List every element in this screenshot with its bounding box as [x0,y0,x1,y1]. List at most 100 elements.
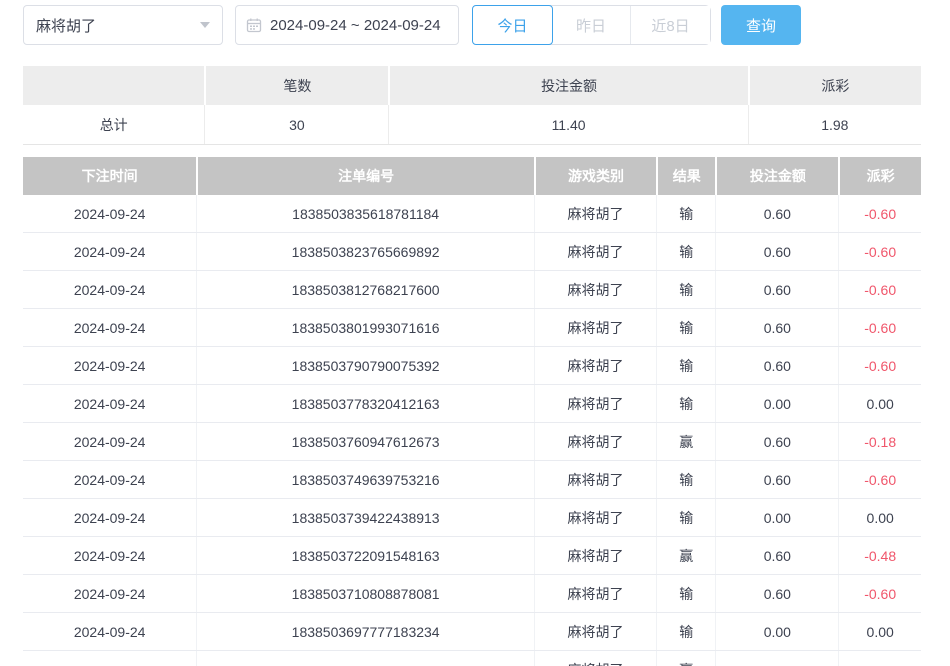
bet-result: 输 [656,461,715,498]
bet-payout: -0.60 [838,309,921,346]
bet-amount: 0.00 [715,613,838,650]
bet-order-no: 1838503823765669892 [196,233,534,270]
game-select[interactable]: 麻将胡了 [23,5,223,45]
bet-game: 麻将胡了 [534,461,656,498]
bet-amount: 0.00 [715,499,838,536]
bet-order-no: 1838503790790075392 [196,347,534,384]
bet-time: 2024-09-24 [23,195,196,232]
bet-result: 赢 [656,423,715,460]
summary-header-bet-amount: 投注金额 [388,66,747,105]
bet-game: 麻将胡了 [534,233,656,270]
quick-range-button[interactable]: 近8日 [631,6,710,44]
toolbar: 麻将胡了 2024-09-24 ~ 2024-09-24 [23,5,944,45]
bet-amount: 0.60 [715,537,838,574]
summary-header-row: 笔数 投注金额 派彩 [23,66,921,105]
bet-row: 麻将胡了 赢 [23,651,921,666]
date-range-input[interactable]: 2024-09-24 ~ 2024-09-24 [235,5,459,45]
quick-range-button[interactable]: 今日 [472,5,553,45]
bet-payout: 0.00 [838,385,921,422]
summary-header-blank [23,66,204,105]
summary-table: 笔数 投注金额 派彩 总计 30 11.40 1.98 [23,66,921,145]
bet-result: 输 [656,575,715,612]
bet-time: 2024-09-24 [23,613,196,650]
bet-row: 2024-09-24 1838503749639753216 麻将胡了 输 0.… [23,461,921,499]
bet-result: 输 [656,309,715,346]
bet-order-no: 1838503697777183234 [196,613,534,650]
bet-order-no: 1838503722091548163 [196,537,534,574]
bet-row: 2024-09-24 1838503801993071616 麻将胡了 输 0.… [23,309,921,347]
bet-order-no: 1838503801993071616 [196,309,534,346]
bet-result: 输 [656,385,715,422]
bet-order-no: 1838503778320412163 [196,385,534,422]
game-select-value: 麻将胡了 [36,15,96,36]
bet-game: 麻将胡了 [534,309,656,346]
bet-result: 输 [656,233,715,270]
bet-time: 2024-09-24 [23,423,196,460]
bet-payout: -0.48 [838,537,921,574]
bet-row: 2024-09-24 1838503778320412163 麻将胡了 输 0.… [23,385,921,423]
bet-row: 2024-09-24 1838503739422438913 麻将胡了 输 0.… [23,499,921,537]
bet-time: 2024-09-24 [23,537,196,574]
bet-order-no: 1838503835618781184 [196,195,534,232]
bet-time: 2024-09-24 [23,575,196,612]
bet-amount [715,651,838,666]
bet-row: 2024-09-24 1838503790790075392 麻将胡了 输 0.… [23,347,921,385]
bet-amount: 0.60 [715,271,838,308]
bets-header-order-no: 注单编号 [196,157,534,195]
bet-time: 2024-09-24 [23,347,196,384]
bet-amount: 0.60 [715,309,838,346]
bet-result: 赢 [656,651,715,666]
bet-amount: 0.60 [715,575,838,612]
bet-time: 2024-09-24 [23,499,196,536]
bet-result: 输 [656,613,715,650]
summary-total-payout: 1.98 [748,105,921,144]
bet-payout [838,651,921,666]
bet-game: 麻将胡了 [534,575,656,612]
bet-payout: 0.00 [838,499,921,536]
bet-row: 2024-09-24 1838503710808878081 麻将胡了 输 0.… [23,575,921,613]
search-button[interactable]: 查询 [721,5,801,45]
bets-header-payout: 派彩 [838,157,921,195]
summary-total-label: 总计 [23,105,204,144]
bet-game: 麻将胡了 [534,423,656,460]
bet-order-no: 1838503749639753216 [196,461,534,498]
bet-time: 2024-09-24 [23,461,196,498]
bet-amount: 0.60 [715,461,838,498]
bet-payout: -0.60 [838,461,921,498]
bet-row: 2024-09-24 1838503812768217600 麻将胡了 输 0.… [23,271,921,309]
bet-row: 2024-09-24 1838503835618781184 麻将胡了 输 0.… [23,195,921,233]
bet-time: 2024-09-24 [23,309,196,346]
bet-game: 麻将胡了 [534,195,656,232]
bet-amount: 0.00 [715,385,838,422]
page: 麻将胡了 2024-09-24 ~ 2024-09-24 [0,0,944,666]
bets-header-bet-amount: 投注金额 [715,157,838,195]
bet-time: 2024-09-24 [23,233,196,270]
bet-time: 2024-09-24 [23,385,196,422]
bet-row: 2024-09-24 1838503823765669892 麻将胡了 输 0.… [23,233,921,271]
bet-row: 2024-09-24 1838503697777183234 麻将胡了 输 0.… [23,613,921,651]
bet-time: 2024-09-24 [23,271,196,308]
bet-payout: -0.60 [838,575,921,612]
bet-game: 麻将胡了 [534,499,656,536]
bet-amount: 0.60 [715,347,838,384]
chevron-down-icon [200,22,210,28]
bet-payout: -0.18 [838,423,921,460]
bet-row: 2024-09-24 1838503722091548163 麻将胡了 赢 0.… [23,537,921,575]
bets-header-game: 游戏类别 [534,157,656,195]
bet-amount: 0.60 [715,423,838,460]
bet-row: 2024-09-24 1838503760947612673 麻将胡了 赢 0.… [23,423,921,461]
summary-header-payout: 派彩 [748,66,921,105]
bet-payout: -0.60 [838,233,921,270]
bet-result: 输 [656,271,715,308]
bet-order-no: 1838503760947612673 [196,423,534,460]
bets-header-result: 结果 [656,157,715,195]
bet-game: 麻将胡了 [534,613,656,650]
quick-range-group: 今日 昨日 近8日 [472,5,711,45]
bet-payout: -0.60 [838,195,921,232]
quick-range-button[interactable]: 昨日 [552,6,631,44]
summary-total-count: 30 [204,105,388,144]
date-range-value: 2024-09-24 ~ 2024-09-24 [270,17,441,34]
bets-header-row: 下注时间 注单编号 游戏类别 结果 投注金额 派彩 [23,157,921,195]
bet-amount: 0.60 [715,233,838,270]
bet-result: 输 [656,195,715,232]
